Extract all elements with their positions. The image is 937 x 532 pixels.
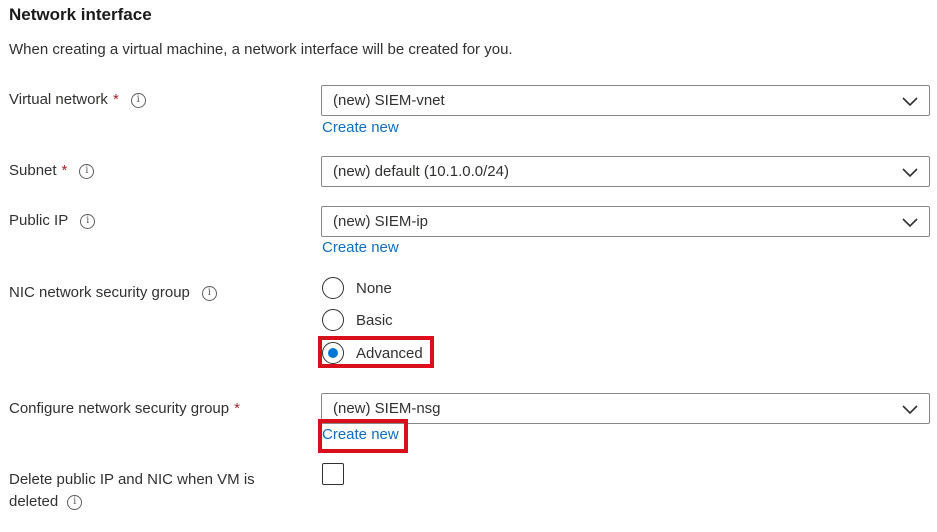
subnet-label-text: Subnet: [9, 162, 57, 179]
delete-public-ip-label: Delete public IP and NIC when VM is: [9, 469, 255, 491]
virtual-network-value: (new) SIEM-vnet: [333, 92, 445, 109]
radio-label: Basic: [356, 311, 393, 329]
info-icon[interactable]: i: [80, 213, 96, 229]
info-icon[interactable]: i: [67, 494, 83, 510]
highlight-box: [318, 419, 408, 453]
configure-nsg-label-text: Configure network security group: [9, 400, 230, 417]
section-title: Network interface: [9, 5, 152, 24]
radio-option-none[interactable]: None: [322, 277, 392, 299]
public-ip-value: (new) SIEM-ip: [333, 213, 429, 230]
delete-public-ip-label-2: deleted i: [9, 491, 83, 513]
chevron-down-icon: [902, 218, 918, 228]
public-ip-label-text: Public IP: [9, 212, 69, 229]
configure-nsg-label: Configure network security group *: [9, 398, 240, 420]
public-ip-dropdown[interactable]: (new) SIEM-ip: [321, 206, 930, 237]
section-description: When creating a virtual machine, a netwo…: [9, 41, 513, 58]
public-ip-create-new-link[interactable]: Create new: [322, 239, 399, 256]
info-icon[interactable]: i: [79, 163, 95, 179]
radio-label: None: [356, 279, 392, 297]
required-marker: *: [61, 162, 68, 179]
configure-nsg-dropdown[interactable]: (new) SIEM-nsg: [321, 393, 930, 424]
public-ip-label: Public IP i: [9, 210, 96, 232]
subnet-value: (new) default (10.1.0.0/24): [333, 163, 509, 180]
chevron-down-icon: [902, 405, 918, 415]
configure-nsg-value: (new) SIEM-nsg: [333, 400, 441, 417]
required-marker: *: [112, 91, 119, 108]
chevron-down-icon: [902, 97, 918, 107]
radio-button[interactable]: [322, 277, 344, 299]
subnet-dropdown[interactable]: (new) default (10.1.0.0/24): [321, 156, 930, 187]
virtual-network-label: Virtual network * i: [9, 89, 146, 111]
delete-public-ip-label-line1: Delete public IP and NIC when VM is: [9, 471, 255, 488]
highlight-box: [318, 336, 434, 368]
required-marker: *: [234, 400, 240, 417]
radio-option-basic[interactable]: Basic: [322, 309, 393, 331]
chevron-down-icon: [902, 168, 918, 178]
subnet-label: Subnet * i: [9, 160, 95, 182]
nic-nsg-label: NIC network security group i: [9, 282, 217, 304]
info-icon[interactable]: i: [130, 92, 146, 108]
virtual-network-label-text: Virtual network: [9, 91, 108, 108]
delete-public-ip-label-line2: deleted: [9, 493, 59, 510]
radio-button[interactable]: [322, 309, 344, 331]
virtual-network-dropdown[interactable]: (new) SIEM-vnet: [321, 85, 930, 116]
delete-public-ip-checkbox[interactable]: [322, 463, 344, 485]
nic-nsg-label-text: NIC network security group: [9, 284, 190, 301]
virtual-network-create-new-link[interactable]: Create new: [322, 119, 399, 136]
info-icon[interactable]: i: [201, 285, 217, 301]
